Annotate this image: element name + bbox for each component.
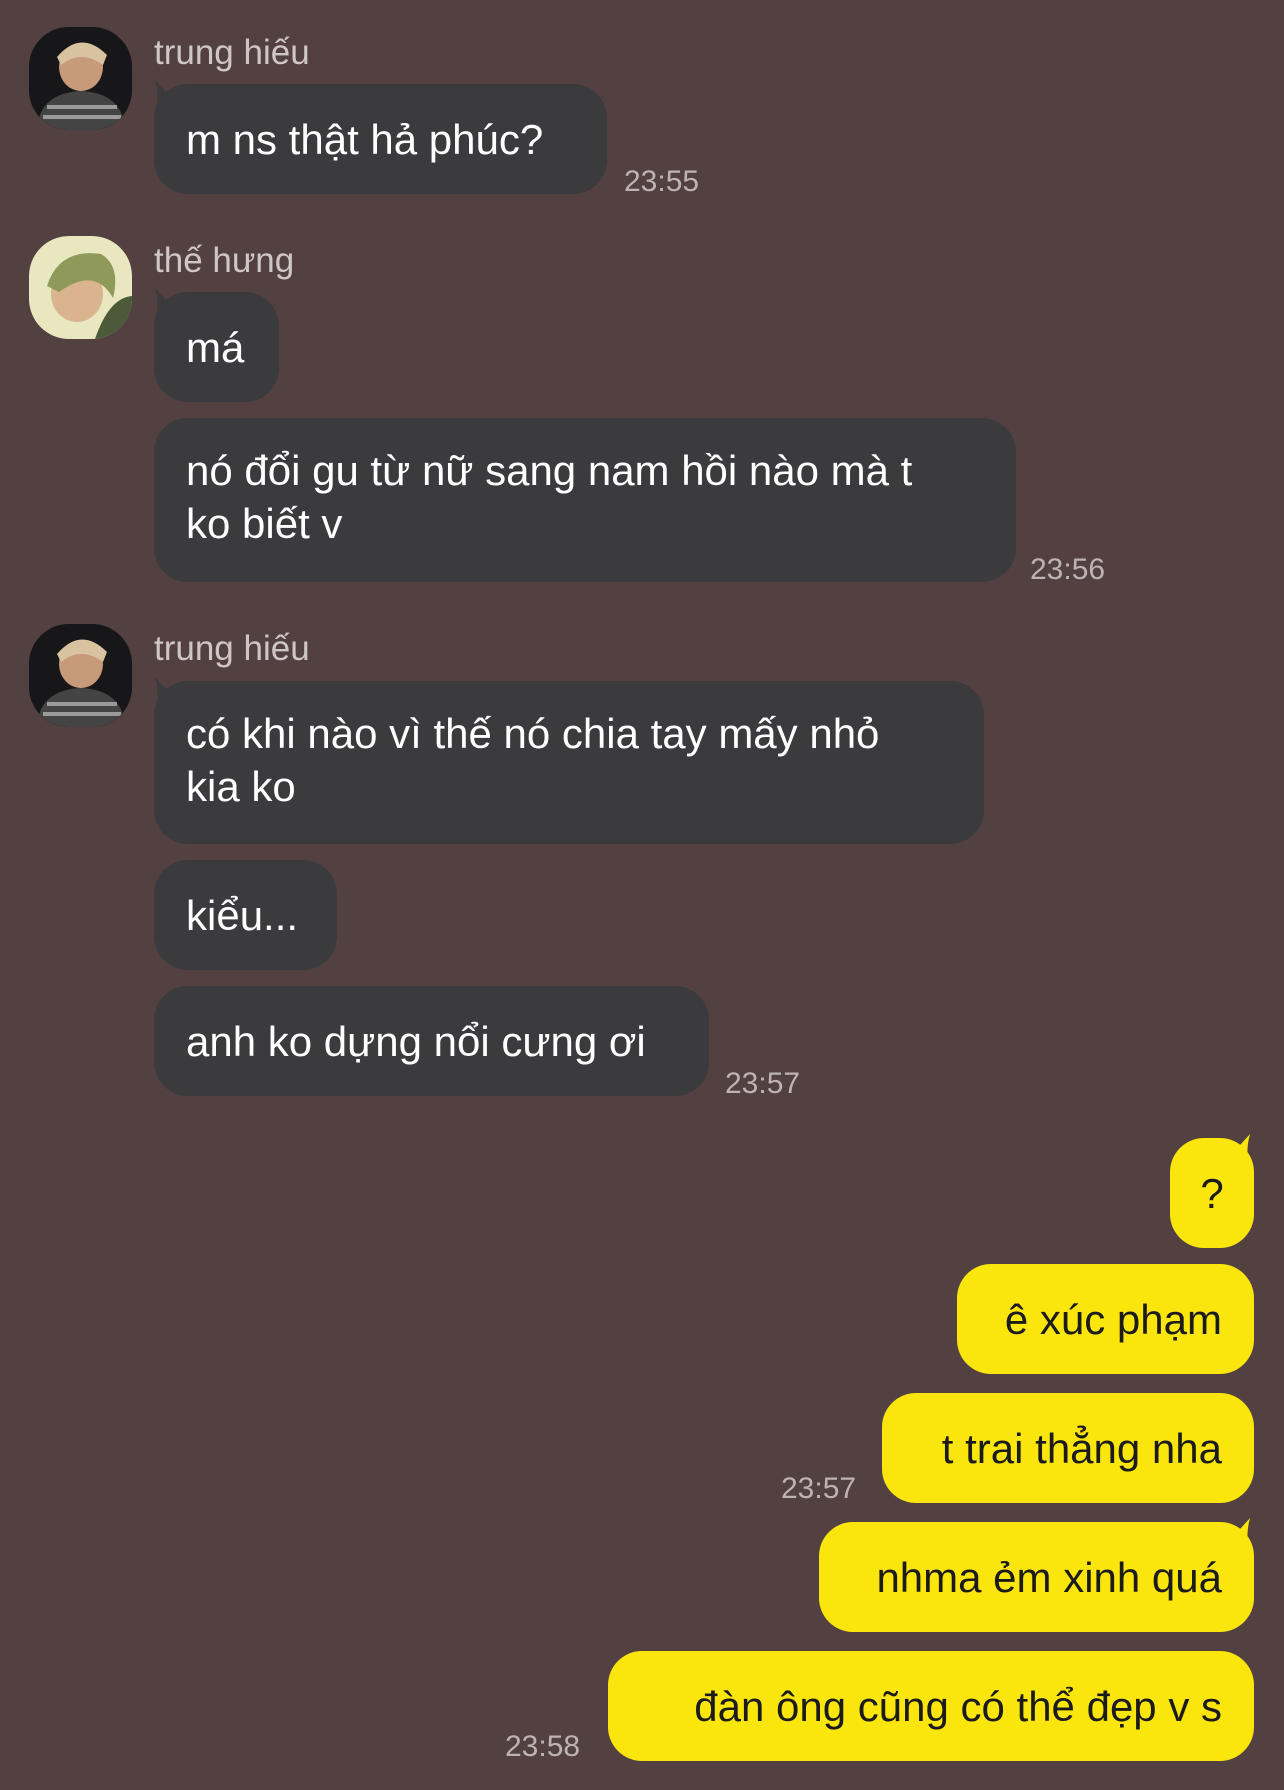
message-text-line: kia ko bbox=[186, 763, 296, 810]
message-text-line: nó đổi gu từ nữ sang nam hồi nào mà t bbox=[186, 447, 913, 494]
timestamp: 23:58 bbox=[505, 1730, 581, 1763]
message-text: kiểu... bbox=[186, 891, 299, 939]
incoming-message-bubble[interactable]: kiểu... bbox=[154, 860, 337, 970]
message-text: ê xúc phạm bbox=[1004, 1295, 1222, 1343]
message-text: ? bbox=[1200, 1169, 1224, 1217]
incoming-message-bubble[interactable]: nó đổi gu từ nữ sang nam hồi nào mà t ko… bbox=[154, 418, 1016, 582]
outgoing-message-bubble[interactable]: ê xúc phạm bbox=[957, 1264, 1254, 1374]
incoming-message-bubble[interactable]: có khi nào vì thế nó chia tay mấy nhỏ ki… bbox=[154, 681, 984, 844]
message-text: má bbox=[186, 323, 245, 371]
message-text: đàn ông cũng có thể đẹp v s bbox=[694, 1682, 1222, 1730]
avatar-trung-hieu[interactable] bbox=[29, 27, 132, 130]
incoming-message-bubble[interactable]: anh ko dựng nổi cưng ơi bbox=[154, 986, 709, 1096]
incoming-message-bubble[interactable]: má bbox=[154, 292, 279, 402]
outgoing-message-bubble[interactable]: nhma ẻm xinh quá bbox=[819, 1522, 1254, 1632]
message-text-line: có khi nào vì thế nó chia tay mấy nhỏ bbox=[186, 710, 880, 757]
message-text: m ns thật hả phúc? bbox=[186, 115, 544, 163]
message-text-line: ko biết v bbox=[186, 500, 343, 547]
timestamp: 23:57 bbox=[781, 1472, 857, 1505]
incoming-message-bubble[interactable]: m ns thật hả phúc? bbox=[154, 84, 607, 194]
message-text: anh ko dựng nổi cưng ơi bbox=[186, 1017, 646, 1065]
outgoing-message-bubble[interactable]: t trai thẳng nha bbox=[882, 1393, 1254, 1503]
timestamp: 23:57 bbox=[725, 1067, 801, 1100]
sender-name: trung hiếu bbox=[154, 33, 310, 72]
timestamp: 23:55 bbox=[624, 165, 700, 198]
message-text: nhma ẻm xinh quá bbox=[876, 1553, 1222, 1601]
avatar-trung-hieu[interactable] bbox=[29, 624, 132, 727]
avatar-the-hung[interactable] bbox=[29, 236, 132, 339]
sender-name: trung hiếu bbox=[154, 629, 310, 668]
timestamp: 23:56 bbox=[1030, 553, 1106, 586]
message-text: t trai thẳng nha bbox=[941, 1424, 1222, 1472]
sender-name: thế hưng bbox=[154, 241, 295, 280]
outgoing-message-bubble[interactable]: ? bbox=[1170, 1138, 1254, 1248]
outgoing-message-bubble[interactable]: đàn ông cũng có thể đẹp v s bbox=[608, 1651, 1254, 1761]
